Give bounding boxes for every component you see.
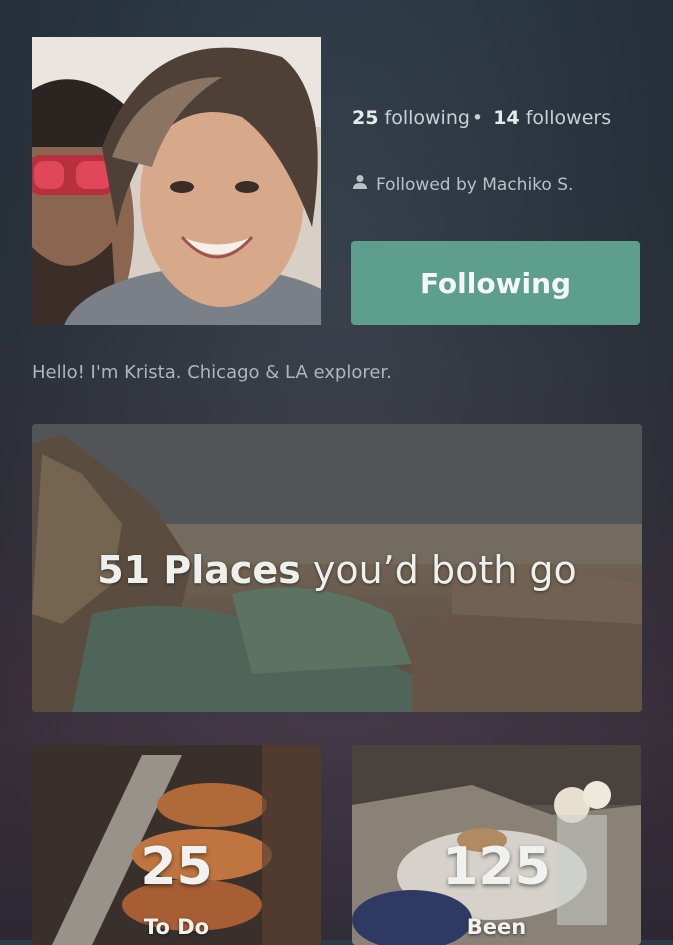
profile-photo[interactable]: [32, 37, 321, 325]
followers-count[interactable]: 14: [493, 107, 519, 129]
been-tile[interactable]: 125 Been: [352, 745, 641, 945]
followers-label[interactable]: followers: [526, 107, 611, 129]
been-count: 125: [442, 837, 551, 897]
following-button[interactable]: Following: [351, 241, 640, 325]
todo-tile[interactable]: 25 To Do: [32, 745, 321, 945]
been-label: Been: [466, 915, 527, 939]
todo-count: 25: [140, 837, 213, 897]
following-label[interactable]: following: [385, 107, 470, 129]
followed-by-text: Followed by Machiko S.: [376, 174, 574, 195]
person-icon: [352, 174, 368, 195]
stats-separator: •: [471, 107, 484, 129]
profile-photo-image: [32, 37, 321, 325]
profile-bio: Hello! I'm Krista. Chicago & LA explorer…: [32, 362, 392, 383]
shared-places-suffix: you’d both go: [300, 548, 577, 592]
following-count[interactable]: 25: [352, 107, 378, 129]
shared-places-title: 51 Places you’d both go: [32, 548, 642, 592]
shared-places-card[interactable]: 51 Places you’d both go: [32, 424, 642, 712]
follow-stats: 25 following • 14 followers: [352, 107, 611, 129]
followed-by[interactable]: Followed by Machiko S.: [352, 174, 573, 195]
todo-label: To Do: [143, 915, 210, 939]
shared-places-count: 51 Places: [97, 548, 301, 592]
